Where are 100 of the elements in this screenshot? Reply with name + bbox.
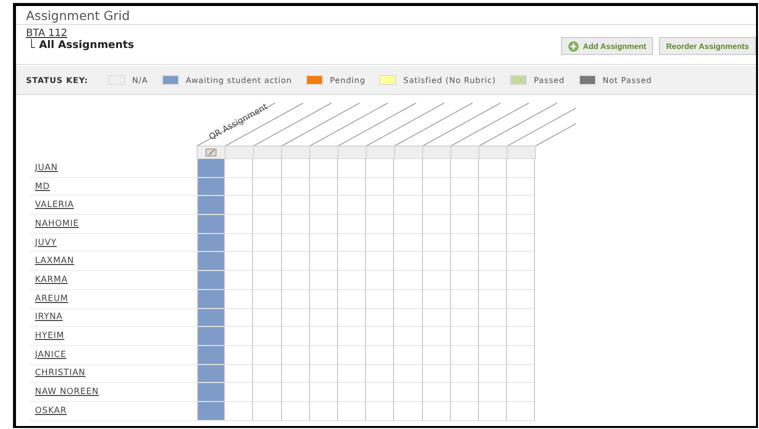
grid-cell[interactable] <box>253 308 282 328</box>
grid-cell[interactable] <box>507 196 536 216</box>
grid-cell[interactable] <box>450 178 479 196</box>
grid-cell[interactable] <box>253 346 282 365</box>
grid-cell[interactable] <box>310 252 338 272</box>
grid-cell[interactable] <box>225 308 254 328</box>
grid-cell[interactable] <box>282 252 310 272</box>
grid-cell[interactable] <box>394 308 422 328</box>
status-cell[interactable] <box>197 346 226 365</box>
status-cell[interactable] <box>197 290 226 308</box>
grid-cell[interactable] <box>394 271 422 290</box>
grid-cell[interactable] <box>507 308 536 328</box>
grid-cell[interactable] <box>507 346 536 365</box>
grid-cell[interactable] <box>366 327 394 346</box>
status-cell[interactable] <box>197 271 226 290</box>
grid-cell[interactable] <box>225 327 254 346</box>
grid-cell[interactable] <box>422 159 451 178</box>
grid-cell[interactable] <box>338 402 366 421</box>
grid-cell[interactable] <box>282 383 310 402</box>
grid-cell[interactable] <box>282 178 310 196</box>
grid-cell[interactable] <box>478 234 508 252</box>
grid-cell[interactable] <box>338 346 366 365</box>
grid-cell[interactable] <box>507 215 536 234</box>
grid-cell[interactable] <box>478 308 508 328</box>
status-cell[interactable] <box>197 402 226 421</box>
grid-cell[interactable] <box>310 215 338 234</box>
grid-cell[interactable] <box>253 252 282 272</box>
grid-cell[interactable] <box>394 178 422 196</box>
grid-cell[interactable] <box>366 271 394 290</box>
grid-cell[interactable] <box>366 234 394 252</box>
grid-cell[interactable] <box>478 327 508 346</box>
grid-cell[interactable] <box>282 364 310 384</box>
grid-cell[interactable] <box>310 402 338 421</box>
student-link[interactable]: NAW NOREEN <box>35 387 99 398</box>
grid-cell[interactable] <box>507 364 536 384</box>
grid-cell[interactable] <box>253 327 282 346</box>
grid-cell[interactable] <box>338 252 366 272</box>
grid-cell[interactable] <box>366 196 394 216</box>
grid-cell[interactable] <box>225 364 254 384</box>
grid-cell[interactable] <box>450 196 479 216</box>
grid-cell[interactable] <box>507 271 536 290</box>
grid-cell[interactable] <box>225 271 254 290</box>
grid-cell[interactable] <box>366 252 394 272</box>
grid-cell[interactable] <box>450 159 479 178</box>
grid-cell[interactable] <box>422 383 451 402</box>
grid-cell[interactable] <box>478 402 508 421</box>
grid-cell[interactable] <box>282 234 310 252</box>
grid-cell[interactable] <box>450 271 479 290</box>
grid-cell[interactable] <box>338 234 366 252</box>
grid-cell[interactable] <box>253 159 282 178</box>
grid-cell[interactable] <box>253 383 282 402</box>
grid-cell[interactable] <box>253 234 282 252</box>
edit-icon[interactable] <box>206 148 216 156</box>
grid-cell[interactable] <box>338 271 366 290</box>
grid-cell[interactable] <box>507 178 536 196</box>
grid-cell[interactable] <box>282 346 310 365</box>
grid-cell[interactable] <box>394 290 422 308</box>
grid-cell[interactable] <box>366 308 394 328</box>
grid-cell[interactable] <box>507 383 536 402</box>
student-link[interactable]: CHRISTIAN <box>35 368 86 378</box>
grid-cell[interactable] <box>253 178 282 196</box>
grid-cell[interactable] <box>394 383 422 402</box>
grid-cell[interactable] <box>225 290 254 308</box>
grid-cell[interactable] <box>394 215 422 234</box>
grid-cell[interactable] <box>225 234 254 252</box>
grid-cell[interactable] <box>366 402 394 421</box>
grid-cell[interactable] <box>478 252 508 272</box>
grid-cell[interactable] <box>282 290 310 308</box>
grid-cell[interactable] <box>507 159 536 178</box>
grid-cell[interactable] <box>225 252 254 272</box>
grid-cell[interactable] <box>338 364 366 384</box>
grid-cell[interactable] <box>450 327 479 346</box>
student-link[interactable]: LAXMAN <box>35 256 74 266</box>
grid-cell[interactable] <box>422 178 451 196</box>
grid-cell[interactable] <box>394 402 422 421</box>
grid-cell[interactable] <box>478 271 508 290</box>
grid-cell[interactable] <box>507 252 536 272</box>
grid-cell[interactable] <box>366 383 394 402</box>
student-link[interactable]: JUVY <box>35 238 57 248</box>
grid-cell[interactable] <box>310 290 338 308</box>
student-link[interactable]: KARMA <box>35 274 68 285</box>
grid-cell[interactable] <box>394 196 422 216</box>
grid-cell[interactable] <box>478 364 508 384</box>
grid-cell[interactable] <box>338 290 366 308</box>
grid-cell[interactable] <box>225 159 254 178</box>
grid-cell[interactable] <box>422 402 451 421</box>
grid-cell[interactable] <box>450 290 479 308</box>
grid-cell[interactable] <box>394 346 422 365</box>
grid-cell[interactable] <box>366 159 394 178</box>
grid-cell[interactable] <box>478 159 508 178</box>
student-link[interactable]: AREUM <box>35 294 68 304</box>
status-cell[interactable] <box>197 234 226 252</box>
status-cell[interactable] <box>197 215 226 234</box>
student-link[interactable]: VALERIA <box>35 200 74 210</box>
grid-cell[interactable] <box>253 215 282 234</box>
grid-cell[interactable] <box>225 402 254 421</box>
student-link[interactable]: JUAN <box>35 162 58 173</box>
grid-cell[interactable] <box>422 252 451 272</box>
grid-cell[interactable] <box>310 346 338 365</box>
grid-cell[interactable] <box>366 215 394 234</box>
